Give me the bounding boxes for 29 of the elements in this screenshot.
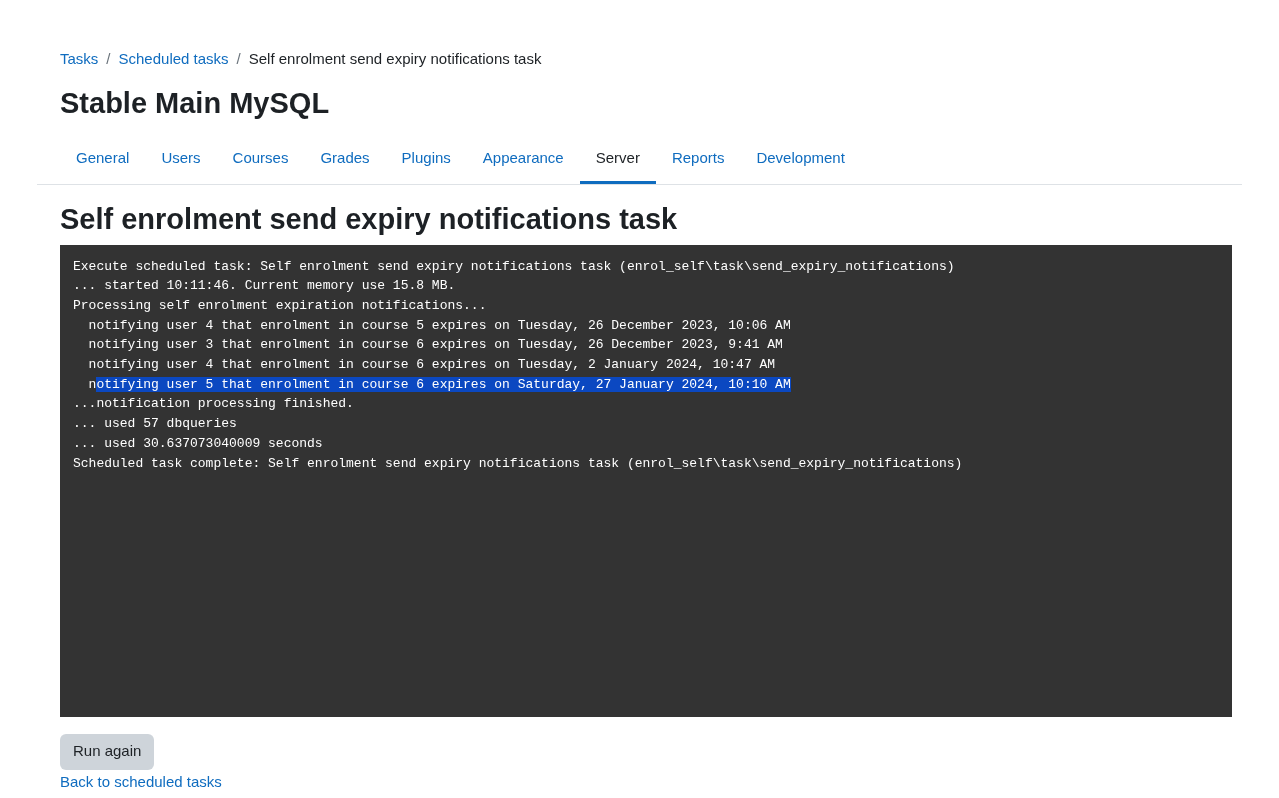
console-line: Processing self enrolment expiration notifications...	[73, 296, 487, 315]
console-line: notifying user 4 that enrolment in course 5 expires on Tuesday, 26 December 2023, 10:06 AM	[87, 316, 791, 335]
breadcrumb-link[interactable]: Scheduled tasks	[118, 48, 229, 71]
console-line: ... used 57 dbqueries	[73, 415, 237, 434]
console-line: ... started 10:11:46. Current memory use 15.8 MB.	[73, 277, 456, 296]
console-line: Execute scheduled task: Self enrolment send expiry notifications task (enrol_self\task\send_expiry_notifications)	[73, 257, 955, 276]
nav-tab[interactable]: Users	[145, 136, 217, 184]
breadcrumb-separator: /	[236, 49, 241, 69]
nav-tab[interactable]: Reports	[655, 136, 741, 184]
console-line: notifying user 3 that enrolment in course 6 expires on Tuesday, 26 December 2023, 9:41 AM	[87, 336, 783, 355]
console-line: ...notification processing finished.	[73, 395, 354, 414]
nav-tab[interactable]: Server	[579, 136, 656, 184]
nav-tab[interactable]: Plugins	[385, 136, 467, 184]
breadcrumb-current: Self enrolment send expiry notifications task	[248, 49, 542, 69]
console-line: ... used 30.637073040009 seconds	[73, 434, 323, 453]
breadcrumb-link[interactable]: Tasks	[60, 48, 99, 71]
breadcrumb-separator: /	[106, 49, 111, 69]
nav-tab[interactable]: Appearance	[466, 136, 580, 184]
console-line: notifying user 4 that enrolment in course 6 expires on Tuesday, 2 January 2024, 10:47 AM	[87, 356, 776, 374]
page-heading: Self enrolment send expiry notifications task	[59, 201, 679, 236]
run-again-button[interactable]: Run again	[60, 733, 155, 770]
console-line: Scheduled task complete: Self enrolment send expiry notifications task (enrol_self\task\send_expiry_notifications)	[73, 454, 963, 473]
nav-tab[interactable]: Grades	[304, 136, 386, 184]
back-to-scheduled-tasks-link[interactable]: Back to scheduled tasks	[60, 771, 222, 792]
nav-tab[interactable]: Courses	[216, 136, 305, 184]
nav-tab[interactable]: Development	[740, 136, 861, 184]
nav-tab[interactable]: General	[60, 136, 146, 184]
site-title: Stable Main MySQL	[59, 85, 331, 121]
console-line: notifying user 5 that enrolment in course 6 expires on Saturday, 27 January 2024, 10:10 AM	[87, 375, 791, 394]
